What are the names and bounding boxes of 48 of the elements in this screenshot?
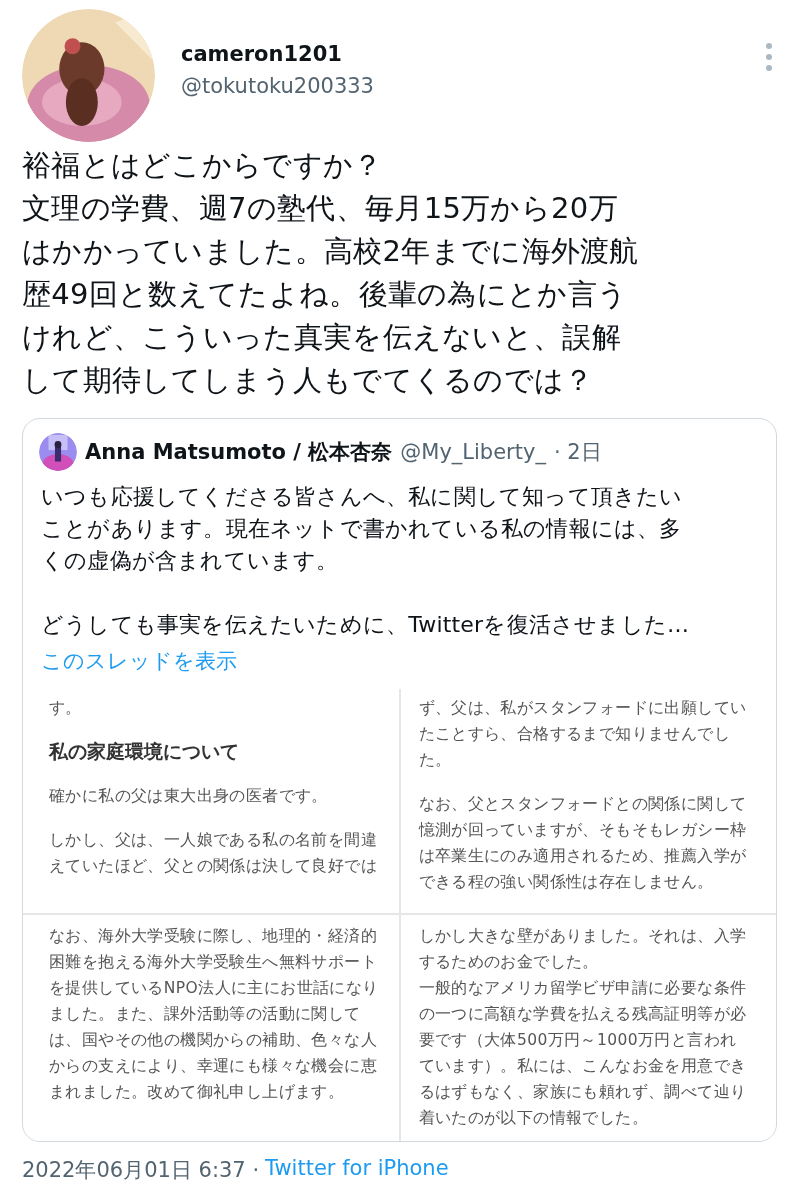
document-text-line: なお、海外大学受験に際し、地理的・経済的 xyxy=(49,926,377,947)
document-text-line: 困難を抱える海外大学受験生へ無料サポート xyxy=(49,952,377,973)
document-text-line: えていたほど、父との関係は決して良好では xyxy=(49,856,377,877)
document-text-line: ています）。私には、こんなお金を用意でき xyxy=(418,1056,747,1077)
tweet-text-line: して期待してしまう人もでてくるのでは？ xyxy=(22,362,594,399)
quoted-text-line: ことがあります。現在ネットで書かれている私の情報には、多 xyxy=(41,515,682,543)
tweet-text-line: 裕福とはどこからですか？ xyxy=(22,147,383,184)
document-text-line: からの支えにより、幸運にも様々な機会に恵 xyxy=(49,1056,377,1077)
document-image[interactable]: なお、海外大学受験に際し、地理的・経済的 困難を抱える海外大学受験生へ無料サポート を提供しているNPO法人に主にお世話になり ました。また、課外活動等の活動に関して は、国やその他の機関からの補助、色々な人 からの支えにより、幸運にも様々な機会に恵 まれました。改めて御礼申し上げます。 xyxy=(23,915,399,1141)
document-text-line: 一般的なアメリカ留学ビザ申請に必要な条件 xyxy=(418,978,747,999)
document-text-line: ず、父は、私がスタンフォードに出願してい xyxy=(418,698,747,719)
document-text-line: 着いたのが以下の情報でした。 xyxy=(418,1108,649,1129)
document-image[interactable]: す。 私の家庭環境について 確かに私の父は東大出身の医者です。 しかし、父は、一人娘である私の名前を間違 えていたほど、父との関係は決して良好では xyxy=(23,689,399,913)
document-text-line: しかし、父は、一人娘である私の名前を間違 xyxy=(49,830,377,851)
document-text-line: た。 xyxy=(418,750,452,771)
document-text-line: す。 xyxy=(49,698,82,719)
document-text-line: しかし大きな壁がありました。それは、入学 xyxy=(418,926,747,947)
document-text-line: は卒業生にのみ適用されるため、推薦入学が xyxy=(418,846,747,867)
document-text-line: 要です（大体500万円～1000万円と言われ xyxy=(418,1030,737,1051)
timestamp: 2022年06月01日 6:37 · xyxy=(22,1157,260,1184)
tweet-text-line: 文理の学費、週7の塾代、毎月15万から20万 xyxy=(22,190,618,227)
quoted-tweet-card[interactable] xyxy=(22,418,777,1142)
document-text-line: を提供しているNPO法人に主にお世話になり xyxy=(49,978,379,999)
document-text-line: するためのお金でした。 xyxy=(418,952,599,973)
tweet-text-line: けれど、こういった真実を伝えないと、誤解 xyxy=(22,319,621,356)
quoted-text-line: どうしても事実を伝えたいために、Twitterを復活させました… xyxy=(41,611,690,639)
user-name[interactable]: cameron1201 xyxy=(181,42,739,66)
document-text-line: は、国やその他の機関からの補助、色々な人 xyxy=(49,1030,377,1051)
document-text-line: るはずもなく、家族にも頼れず、調べて辿り xyxy=(418,1082,747,1103)
quoted-user-handle[interactable]: @My_Liberty_ xyxy=(400,440,546,464)
document-image[interactable]: ず、父は、私がスタンフォードに出願してい たことすら、合格するまで知りませんでし た。 なお、父とスタンフォードとの関係に関して 憶測が回っていますが、そもそもレガシー枠 は卒業生にのみ適用されるため、推薦入学が できる程の強い関係性は存在しません。 xyxy=(400,689,776,913)
tweet-text-line: 歴49回と数えてたよね。後輩の為にとか言う xyxy=(22,276,628,313)
quoted-user-name[interactable]: Anna Matsumoto / 松本杏奈 xyxy=(85,438,393,466)
quoted-text-line: くの虚偽が含まれています。 xyxy=(41,547,339,575)
document-text-line: ました。また、課外活動等の活動に関して xyxy=(49,1004,361,1025)
document-image[interactable]: しかし大きな壁がありました。それは、入学 するためのお金でした。 一般的なアメリカ留学ビザ申請に必要な条件 の一つに高額な学費を払える残高証明等が必 要です（大体500万円～1000万円と言われ ています）。私には、こんなお金を用意でき るはずもなく、家族にも頼れず、調べて辿り 着いたのが以下の情報でした。 xyxy=(400,915,776,1141)
document-text-line: なお、父とスタンフォードとの関係に関して xyxy=(418,794,747,815)
quoted-time: · 2日 xyxy=(553,439,602,466)
document-text-line: 憶測が回っていますが、そもそもレガシー枠 xyxy=(418,820,747,841)
document-text-line: できる程の強い関係性は存在しません。 xyxy=(418,872,714,893)
section-heading: 私の家庭環境について xyxy=(49,739,240,764)
document-text-line: まれました。改めて御礼申し上げます。 xyxy=(49,1082,345,1103)
document-text-line: たことすら、合格するまで知りませんでし xyxy=(418,724,731,745)
tweet-text-line: はかかっていました。高校2年までに海外渡航 xyxy=(22,233,639,270)
document-text-line: の一つに高額な学費を払える残高証明等が必 xyxy=(418,1004,747,1025)
user-handle[interactable]: @tokutoku200333 xyxy=(181,74,739,98)
quoted-text-line: いつも応援してくださる皆さんへ、私に関して知って頂きたい xyxy=(41,483,683,511)
document-text-line: 確かに私の父は東大出身の医者です。 xyxy=(49,786,328,807)
